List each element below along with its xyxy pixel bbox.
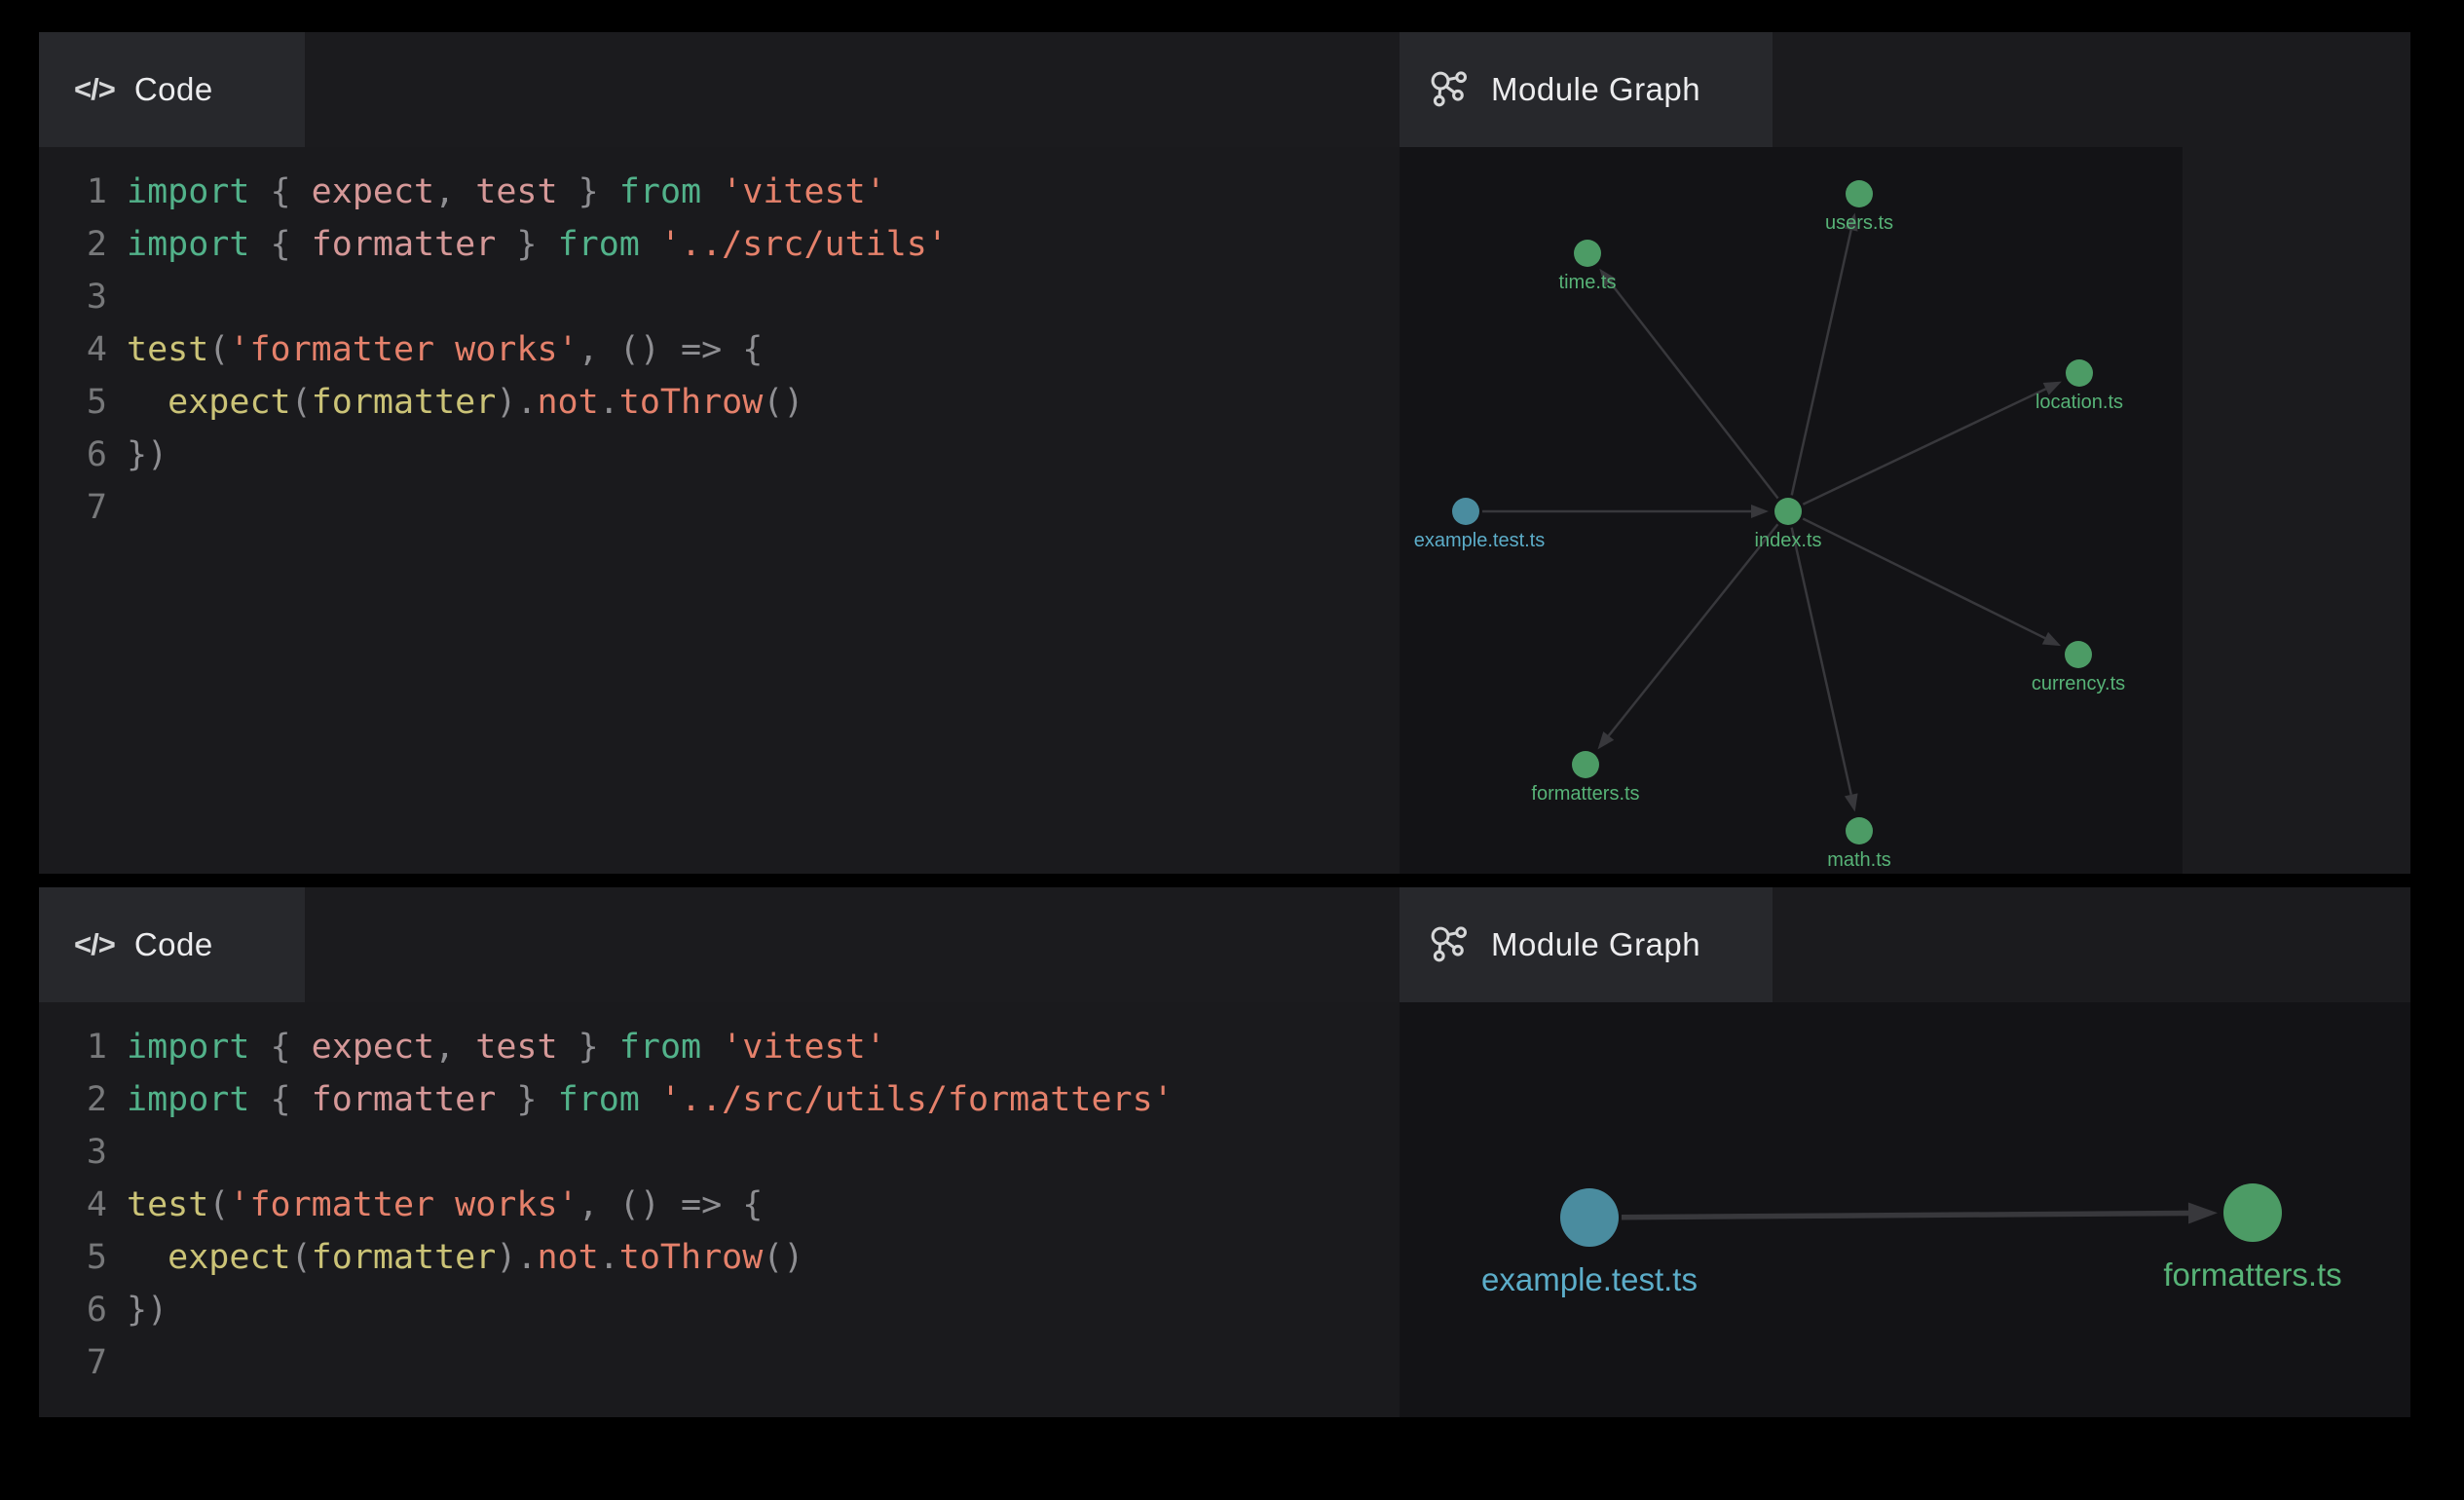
- code-line: 2import { formatter } from '../src/utils…: [39, 218, 1400, 271]
- module-graph-panel: example.test.ts formatters.ts: [1400, 1002, 2410, 1417]
- module-graph-icon: [1427, 922, 1472, 967]
- code-line: 6}): [39, 1284, 1400, 1336]
- tab-code[interactable]: </> Code: [39, 32, 305, 147]
- code-editor[interactable]: 1import { expect, test } from 'vitest'2i…: [39, 147, 1400, 874]
- line-number: 2: [39, 218, 107, 271]
- code-text: expect(formatter).not.toThrow(): [107, 1231, 803, 1284]
- code-line: 4test('formatter works', () => {: [39, 1179, 1400, 1231]
- graph-node-label-example.test.ts: example.test.ts: [1481, 1261, 1698, 1297]
- code-text: [107, 1336, 127, 1389]
- graph-node-formatters.ts[interactable]: [2223, 1183, 2282, 1242]
- module-graph-panel: users.ts time.ts location.ts example.test.t…: [1400, 147, 2410, 874]
- line-number: 3: [39, 271, 107, 323]
- code-text: }): [107, 429, 168, 481]
- line-number: 7: [39, 481, 107, 534]
- code-text: import { formatter } from '../src/utils/…: [107, 1073, 1174, 1126]
- code-lines: 1import { expect, test } from 'vitest'2i…: [39, 166, 1400, 534]
- line-number: 6: [39, 1284, 107, 1336]
- graph-node-example.test.ts[interactable]: [1452, 498, 1479, 525]
- code-text: [107, 1126, 127, 1179]
- graph-node-label-formatters.ts: formatters.ts: [1531, 783, 1639, 805]
- code-icon: </>: [74, 72, 115, 107]
- graph-side-strip: [2183, 147, 2410, 874]
- module-graph-canvas[interactable]: users.ts time.ts location.ts example.test.t…: [1400, 147, 2410, 874]
- graph-node-label-time.ts: time.ts: [1559, 272, 1617, 293]
- code-line: 2import { formatter } from '../src/utils…: [39, 1073, 1400, 1126]
- graph-node-label-example.test.ts: example.test.ts: [1414, 530, 1546, 551]
- tab-code-label: Code: [134, 71, 213, 108]
- code-icon: </>: [74, 927, 115, 962]
- module-graph-canvas[interactable]: example.test.ts formatters.ts: [1400, 1002, 2410, 1417]
- code-text: [107, 271, 127, 323]
- line-number: 5: [39, 376, 107, 429]
- graph-node-label-users.ts: users.ts: [1825, 212, 1893, 234]
- tab-module-graph[interactable]: Module Graph: [1400, 32, 1773, 147]
- line-number: 5: [39, 1231, 107, 1284]
- code-line: 7: [39, 481, 1400, 534]
- graph-node-users.ts[interactable]: [1846, 180, 1873, 207]
- module-graph-icon: [1427, 67, 1472, 112]
- code-line: 5 expect(formatter).not.toThrow(): [39, 1231, 1400, 1284]
- code-text: expect(formatter).not.toThrow(): [107, 376, 803, 429]
- code-line: 7: [39, 1336, 1400, 1389]
- tab-module-graph-label: Module Graph: [1491, 926, 1700, 963]
- code-text: test('formatter works', () => {: [107, 323, 763, 376]
- tab-code-label: Code: [134, 926, 213, 963]
- code-line: 1import { expect, test } from 'vitest': [39, 1021, 1400, 1073]
- page: </> Code Module Graph 1import { expect, …: [0, 0, 2464, 1500]
- line-number: 3: [39, 1126, 107, 1179]
- tab-module-graph[interactable]: Module Graph: [1400, 887, 1773, 1002]
- code-line: 3: [39, 1126, 1400, 1179]
- code-text: import { formatter } from '../src/utils': [107, 218, 948, 271]
- panel-after: </> Code Module Graph 1import { expect, …: [39, 887, 2410, 1417]
- code-line: 1import { expect, test } from 'vitest': [39, 166, 1400, 218]
- tab-code[interactable]: </> Code: [39, 887, 305, 1002]
- line-number: 6: [39, 429, 107, 481]
- code-line: 5 expect(formatter).not.toThrow(): [39, 376, 1400, 429]
- tab-module-graph-label: Module Graph: [1491, 71, 1700, 108]
- code-line: 3: [39, 271, 1400, 323]
- code-line: 4test('formatter works', () => {: [39, 323, 1400, 376]
- graph-node-index.ts[interactable]: [1774, 498, 1802, 525]
- graph-node-label-currency.ts: currency.ts: [2032, 673, 2125, 694]
- code-text: import { expect, test } from 'vitest': [107, 1021, 886, 1073]
- code-lines: 1import { expect, test } from 'vitest'2i…: [39, 1021, 1400, 1389]
- graph-node-math.ts[interactable]: [1846, 817, 1873, 844]
- graph-node-label-formatters.ts: formatters.ts: [2163, 1256, 2341, 1293]
- line-number: 4: [39, 1179, 107, 1231]
- graph-node-currency.ts[interactable]: [2065, 641, 2092, 668]
- graph-node-example.test.ts[interactable]: [1560, 1188, 1619, 1247]
- graph-node-label-math.ts: math.ts: [1827, 849, 1891, 871]
- code-text: }): [107, 1284, 168, 1336]
- graph-node-formatters.ts[interactable]: [1572, 751, 1599, 778]
- graph-node-location.ts[interactable]: [2066, 359, 2093, 387]
- code-line: 6}): [39, 429, 1400, 481]
- panel-header: </> Code Module Graph: [39, 32, 2410, 147]
- graph-node-time.ts[interactable]: [1574, 240, 1601, 267]
- panel-before: </> Code Module Graph 1import { expect, …: [39, 32, 2410, 874]
- graph-node-label-location.ts: location.ts: [2035, 392, 2123, 413]
- line-number: 4: [39, 323, 107, 376]
- line-number: 7: [39, 1336, 107, 1389]
- panel-header: </> Code Module Graph: [39, 887, 2410, 1002]
- code-editor[interactable]: 1import { expect, test } from 'vitest'2i…: [39, 1002, 1400, 1417]
- graph-node-label-index.ts: index.ts: [1755, 530, 1822, 551]
- code-text: test('formatter works', () => {: [107, 1179, 763, 1231]
- code-text: import { expect, test } from 'vitest': [107, 166, 886, 218]
- line-number: 1: [39, 1021, 107, 1073]
- code-text: [107, 481, 127, 534]
- line-number: 2: [39, 1073, 107, 1126]
- line-number: 1: [39, 166, 107, 218]
